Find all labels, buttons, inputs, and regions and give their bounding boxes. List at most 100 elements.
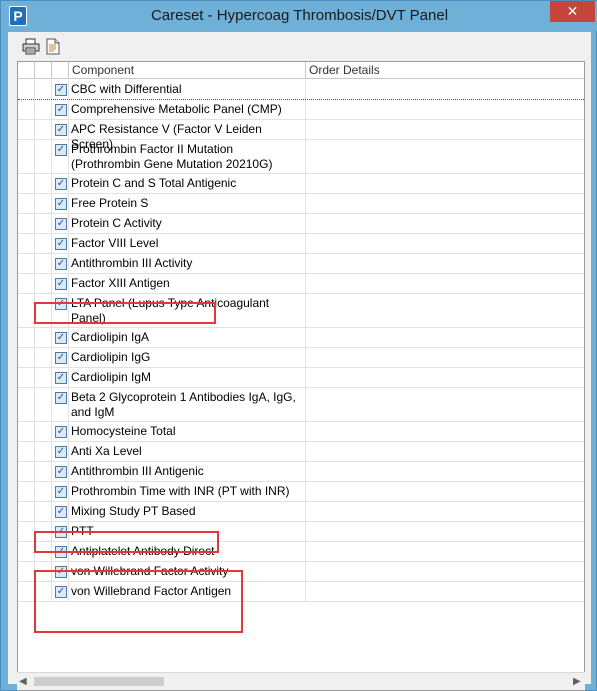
table-row[interactable]: ✓ Comprehensive Metabolic Panel (CMP)	[18, 100, 584, 120]
component-checkbox[interactable]: ✓	[55, 84, 67, 96]
order-details-cell[interactable]	[306, 442, 584, 461]
table-row[interactable]: ✓ Mixing Study PT Based	[18, 502, 584, 522]
component-checkbox[interactable]: ✓	[55, 392, 67, 404]
scroll-thumb[interactable]	[34, 677, 164, 686]
order-details-cell[interactable]	[306, 214, 584, 233]
order-details-cell[interactable]	[306, 348, 584, 367]
order-details-cell[interactable]	[306, 328, 584, 347]
table-row[interactable]: ✓ Antithrombin III Activity	[18, 254, 584, 274]
order-details-cell[interactable]	[306, 234, 584, 253]
component-checkbox[interactable]: ✓	[55, 372, 67, 384]
component-checkbox[interactable]: ✓	[55, 124, 67, 136]
table-row[interactable]: ✓ Free Protein S	[18, 194, 584, 214]
row-spacer-cell	[35, 368, 52, 387]
order-details-cell[interactable]	[306, 502, 584, 521]
row-spacer-cell	[18, 234, 35, 253]
row-spacer-cell	[35, 482, 52, 501]
row-spacer-cell	[18, 482, 35, 501]
component-checkbox[interactable]: ✓	[55, 178, 67, 190]
table-row[interactable]: ✓ Prothrombin Time with INR (PT with INR)	[18, 482, 584, 502]
component-label: Antithrombin III Antigenic	[69, 462, 306, 481]
component-label: Comprehensive Metabolic Panel (CMP)	[69, 100, 306, 119]
order-details-cell[interactable]	[306, 462, 584, 481]
component-label: Free Protein S	[69, 194, 306, 213]
order-details-cell[interactable]	[306, 562, 584, 581]
component-checkbox[interactable]: ✓	[55, 466, 67, 478]
close-button[interactable]: ✕	[550, 1, 595, 22]
scroll-right-icon[interactable]: ▶	[573, 676, 581, 687]
order-details-cell[interactable]	[306, 100, 584, 119]
order-details-cell[interactable]	[306, 120, 584, 139]
component-checkbox[interactable]: ✓	[55, 506, 67, 518]
table-row[interactable]: ✓ Beta 2 Glycoprotein 1 Antibodies IgA, I…	[18, 388, 584, 422]
component-label: Cardiolipin IgG	[69, 348, 306, 367]
row-spacer-cell	[18, 214, 35, 233]
component-checkbox[interactable]: ✓	[55, 446, 67, 458]
order-details-cell[interactable]	[306, 482, 584, 501]
component-checkbox[interactable]: ✓	[55, 332, 67, 344]
order-details-cell[interactable]	[306, 274, 584, 293]
column-header-order-details[interactable]: Order Details	[306, 62, 584, 79]
order-details-cell[interactable]	[306, 140, 584, 173]
window-title: Careset - Hypercoag Thrombosis/DVT Panel	[150, 7, 449, 24]
table-row[interactable]: ✓ Cardiolipin IgM	[18, 368, 584, 388]
order-details-cell[interactable]	[306, 542, 584, 561]
order-details-cell[interactable]	[306, 422, 584, 441]
table-row[interactable]: ✓ Cardiolipin IgA	[18, 328, 584, 348]
component-checkbox[interactable]: ✓	[55, 218, 67, 230]
component-grid: Component Order Details ✓ CBC with Differ…	[17, 61, 585, 691]
careset-window: P Careset - Hypercoag Thrombosis/DVT Pan…	[0, 0, 597, 691]
grid-header: Component Order Details	[18, 62, 584, 79]
component-label: Mixing Study PT Based	[69, 502, 306, 521]
table-row[interactable]: ✓ Protein C and S Total Antigenic	[18, 174, 584, 194]
order-details-cell[interactable]	[306, 582, 584, 601]
column-header-component[interactable]: Component	[69, 62, 306, 79]
header-blank-2	[35, 62, 52, 79]
component-checkbox[interactable]: ✓	[55, 144, 67, 156]
table-row[interactable]: ✓ Homocysteine Total	[18, 422, 584, 442]
table-row[interactable]: ✓ Cardiolipin IgG	[18, 348, 584, 368]
order-details-cell[interactable]	[306, 522, 584, 541]
component-checkbox[interactable]: ✓	[55, 198, 67, 210]
row-spacer-cell	[18, 174, 35, 193]
table-row[interactable]: ✓ Factor VIII Level	[18, 234, 584, 254]
table-row[interactable]: ✓ Protein C Activity	[18, 214, 584, 234]
document-icon[interactable]	[44, 38, 62, 55]
component-checkbox[interactable]: ✓	[55, 104, 67, 116]
component-checkbox[interactable]: ✓	[55, 258, 67, 270]
toolbar	[8, 32, 591, 60]
component-checkbox[interactable]: ✓	[55, 426, 67, 438]
title-bar: P Careset - Hypercoag Thrombosis/DVT Pan…	[1, 1, 597, 31]
order-details-cell[interactable]	[306, 80, 584, 99]
order-details-cell[interactable]	[306, 368, 584, 387]
row-spacer-cell	[35, 462, 52, 481]
table-row[interactable]: ✓ Prothrombin Factor II Mutation (Prothro…	[18, 140, 584, 174]
component-checkbox[interactable]: ✓	[55, 352, 67, 364]
table-row[interactable]: ✓ Anti Xa Level	[18, 442, 584, 462]
order-details-cell[interactable]	[306, 254, 584, 273]
component-checkbox[interactable]: ✓	[55, 278, 67, 290]
horizontal-scrollbar[interactable]: ◀ ▶	[17, 672, 585, 690]
table-row[interactable]: ✓ Antithrombin III Antigenic	[18, 462, 584, 482]
component-checkbox[interactable]: ✓	[55, 238, 67, 250]
row-spacer-cell	[35, 348, 52, 367]
component-label: APC Resistance V (Factor V Leiden Screen…	[69, 120, 306, 151]
order-details-cell[interactable]	[306, 294, 584, 327]
row-spacer-cell	[35, 422, 52, 441]
order-details-cell[interactable]	[306, 388, 584, 421]
scroll-left-icon[interactable]: ◀	[19, 676, 27, 687]
table-row[interactable]: ✓ CBC with Differential	[18, 80, 584, 100]
order-details-cell[interactable]	[306, 174, 584, 193]
component-checkbox[interactable]: ✓	[55, 486, 67, 498]
table-row[interactable]: ✓ APC Resistance V (Factor V Leiden Scree…	[18, 120, 584, 151]
table-row[interactable]: ✓ Factor XIII Antigen	[18, 274, 584, 294]
row-spacer-cell	[18, 274, 35, 293]
row-spacer-cell	[35, 274, 52, 293]
row-spacer-cell	[18, 522, 35, 541]
row-spacer-cell	[18, 120, 35, 139]
client-area: Component Order Details ✓ CBC with Differ…	[8, 32, 591, 691]
printer-icon[interactable]	[22, 38, 40, 55]
order-details-cell[interactable]	[306, 194, 584, 213]
component-label: Factor XIII Antigen	[69, 274, 306, 293]
highlight-box-antiplatelet-vwf	[34, 570, 243, 633]
